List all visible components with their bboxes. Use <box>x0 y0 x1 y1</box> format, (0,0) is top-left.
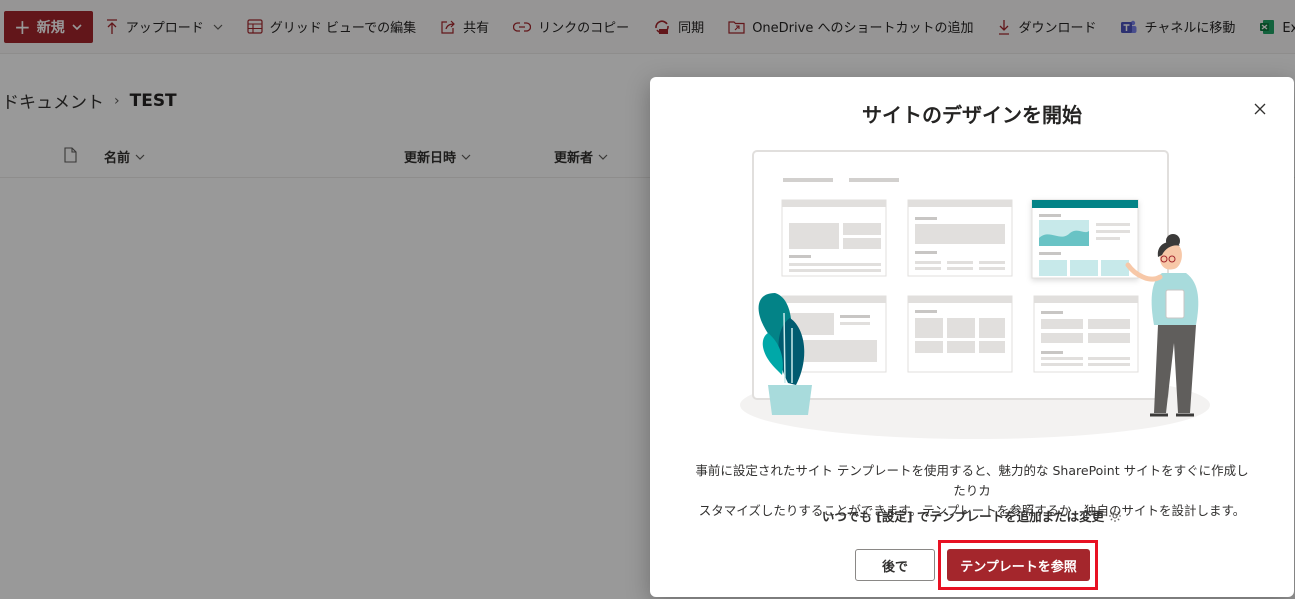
template-card <box>907 295 1013 373</box>
modal-overlay-top <box>0 0 1295 54</box>
gear-icon[interactable] <box>1108 509 1122 523</box>
settings-hint-text: いつでも [設定] でテンプレートを追加または変更 <box>821 509 1105 524</box>
settings-hint: いつでも [設定] でテンプレートを追加または変更 <box>650 506 1294 525</box>
template-card-featured <box>1031 199 1139 279</box>
browse-templates-button[interactable]: テンプレートを参照 <box>947 549 1090 581</box>
dialog-title: サイトのデザインを開始 <box>862 103 1082 127</box>
site-design-dialog: サイトのデザインを開始 事前に設定されたサイト テンプレートを使用すると、魅力的… <box>650 77 1294 597</box>
close-button[interactable] <box>1248 97 1272 121</box>
template-card <box>907 199 1013 277</box>
close-icon <box>1254 103 1266 115</box>
template-card <box>781 199 887 277</box>
template-card <box>1033 295 1139 373</box>
later-button[interactable]: 後で <box>855 549 935 581</box>
description-line-1: 事前に設定されたサイト テンプレートを使用すると、魅力的な SharePoint… <box>695 463 1249 498</box>
